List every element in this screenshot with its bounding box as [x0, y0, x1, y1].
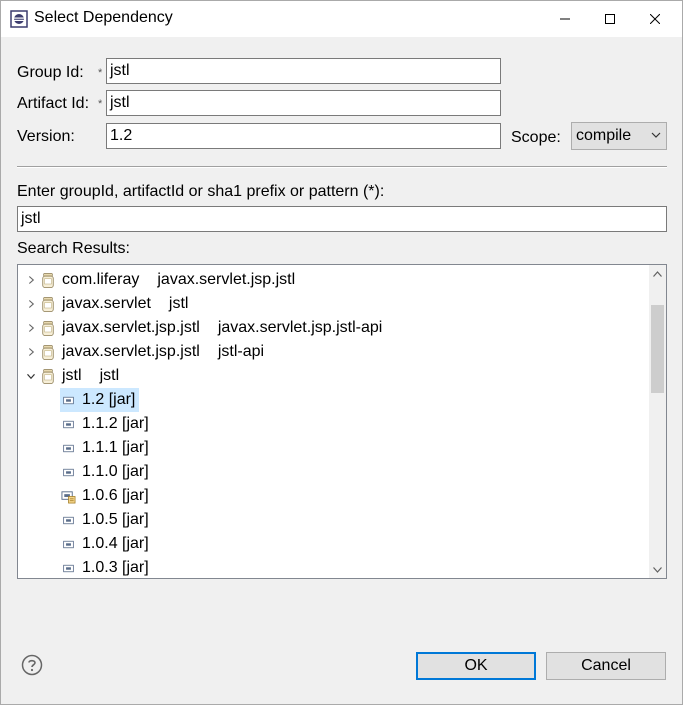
tree-row-artifact[interactable]: com.liferay javax.servlet.jsp.jstl — [22, 268, 297, 292]
maximize-icon — [605, 14, 615, 24]
chevron-down-icon — [653, 566, 662, 573]
dialog-content: Group Id: * jstl Artifact Id: * jstl Ver… — [1, 37, 682, 704]
title-bar[interactable]: Select Dependency — [1, 1, 682, 37]
jar-icon — [40, 343, 56, 361]
tree-row-artifact[interactable]: jstl jstl — [22, 364, 121, 388]
jar-icon — [60, 559, 76, 577]
expand-right-icon[interactable] — [22, 340, 40, 364]
version-label: Version: — [17, 128, 75, 145]
tree-row-version[interactable]: 1.1.2 [jar] — [60, 412, 151, 436]
maximize-button[interactable] — [587, 1, 633, 37]
vertical-scrollbar[interactable] — [649, 265, 666, 578]
scrollbar-thumb[interactable] — [651, 305, 664, 393]
version-label: 1.0.6 [jar] — [82, 487, 149, 504]
search-results-tree[interactable]: com.liferay javax.servlet.jsp.jstl javax.s… — [17, 264, 667, 579]
jar-source-icon — [60, 487, 76, 505]
group-id-label: Group Id: — [17, 64, 84, 81]
group-id-required-marker: * — [98, 67, 103, 79]
close-icon — [650, 14, 660, 24]
expand-down-icon[interactable] — [22, 364, 40, 388]
jar-icon — [40, 367, 56, 385]
help-icon[interactable] — [21, 654, 43, 676]
tree-row-version[interactable]: 1.0.5 [jar] — [60, 508, 151, 532]
version-label: 1.1.2 [jar] — [82, 415, 149, 432]
cancel-button[interactable]: Cancel — [546, 652, 666, 680]
minimize-icon — [560, 18, 570, 20]
select-dependency-dialog: Select Dependency Group Id: * jstl Artif… — [0, 0, 683, 705]
jar-icon — [40, 295, 56, 313]
jar-icon — [60, 415, 76, 433]
tree-row-version[interactable]: 1.0.3 [jar] — [60, 556, 151, 578]
tree-row-version[interactable]: 1.1.0 [jar] — [60, 460, 151, 484]
version-label: 1.0.3 [jar] — [82, 559, 149, 576]
artifact-group-label: jstl — [62, 367, 82, 384]
tree-row-artifact[interactable]: javax.servlet jstl — [22, 292, 190, 316]
minimize-button[interactable] — [542, 1, 588, 37]
chevron-up-icon — [653, 270, 662, 277]
artifact-id-label: javax.servlet.jsp.jstl-api — [217, 319, 383, 336]
artifact-group-label: javax.servlet.jsp.jstl — [62, 343, 200, 360]
expand-right-icon[interactable] — [22, 292, 40, 316]
jar-icon — [60, 463, 76, 481]
artifact-id-label: javax.servlet.jsp.jstl — [157, 271, 296, 288]
separator — [17, 166, 667, 168]
version-label: 1.0.4 [jar] — [82, 535, 149, 552]
window-title: Select Dependency — [34, 9, 173, 26]
jar-icon — [60, 535, 76, 553]
jar-icon — [40, 319, 56, 337]
version-label: 1.0.5 [jar] — [82, 511, 149, 528]
artifact-id-required-marker: * — [98, 98, 103, 110]
jar-icon — [60, 439, 76, 457]
search-input[interactable]: jstl — [17, 206, 667, 232]
group-id-field[interactable]: jstl — [106, 58, 501, 84]
ok-button[interactable]: OK — [416, 652, 536, 680]
scroll-down-button[interactable] — [649, 561, 666, 578]
artifact-group-label: javax.servlet — [62, 295, 151, 312]
tree-row-version[interactable]: 1.2 [jar] — [60, 388, 140, 412]
artifact-id-label: jstl — [168, 295, 189, 312]
tree-row-artifact[interactable]: javax.servlet.jsp.jstl jstl-api — [22, 340, 266, 364]
artifact-group-label: com.liferay — [62, 271, 140, 288]
scope-select-value: compile — [576, 127, 632, 144]
version-label: 1.2 [jar] — [80, 391, 138, 409]
eclipse-app-icon — [10, 10, 28, 28]
scope-select[interactable]: compile — [571, 122, 667, 150]
jar-icon — [60, 391, 76, 409]
tree-row-artifact[interactable]: javax.servlet.jsp.jstl javax.servlet.jsp.… — [22, 316, 384, 340]
scope-label: Scope: — [511, 129, 561, 146]
version-label: 1.1.0 [jar] — [82, 463, 149, 480]
search-prompt-label: Enter groupId, artifactId or sha1 prefix… — [17, 183, 385, 200]
expand-right-icon[interactable] — [22, 316, 40, 340]
artifact-id-label: jstl-api — [217, 343, 265, 360]
jar-icon — [60, 511, 76, 529]
artifact-id-field[interactable]: jstl — [106, 90, 501, 116]
jar-icon — [40, 271, 56, 289]
artifact-id-label: Artifact Id: — [17, 95, 90, 112]
version-field[interactable]: 1.2 — [106, 123, 501, 149]
artifact-id-label: jstl — [99, 367, 120, 384]
close-button[interactable] — [632, 1, 678, 37]
tree-row-version[interactable]: 1.1.1 [jar] — [60, 436, 151, 460]
tree-row-version[interactable]: 1.0.6 [jar] — [60, 484, 151, 508]
search-results-label: Search Results: — [17, 240, 130, 257]
scroll-up-button[interactable] — [649, 265, 666, 282]
artifact-group-label: javax.servlet.jsp.jstl — [62, 319, 200, 336]
chevron-down-icon — [651, 132, 661, 138]
version-label: 1.1.1 [jar] — [82, 439, 149, 456]
expand-right-icon[interactable] — [22, 268, 40, 292]
tree-row-version[interactable]: 1.0.4 [jar] — [60, 532, 151, 556]
